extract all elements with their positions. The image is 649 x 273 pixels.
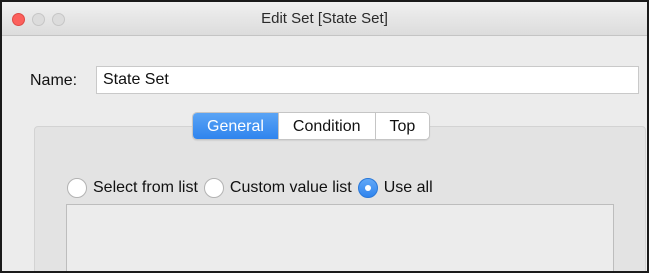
tab-bar: General Condition Top — [192, 112, 431, 140]
custom-value-list-label: Custom value list — [229, 179, 352, 196]
title-bar: Edit Set [State Set] — [2, 2, 647, 36]
name-input[interactable] — [96, 66, 639, 94]
select-from-list-option[interactable]: Select from list — [67, 178, 198, 198]
tab-condition[interactable]: Condition — [277, 113, 375, 139]
name-label: Name: — [30, 72, 78, 89]
select-from-list-label: Select from list — [93, 179, 198, 196]
values-list-box[interactable] — [66, 204, 614, 271]
window-title: Edit Set [State Set] — [261, 10, 388, 27]
tab-general[interactable]: General — [193, 113, 278, 139]
tab-top[interactable]: Top — [374, 113, 430, 139]
select-from-list-radio[interactable] — [67, 178, 87, 198]
use-all-option[interactable]: Use all — [357, 178, 433, 198]
use-all-radio[interactable] — [357, 178, 378, 198]
custom-value-list-option[interactable]: Custom value list — [203, 178, 352, 198]
selection-mode-radio-group: Select from list Custom value list Use a… — [67, 178, 439, 198]
edit-set-dialog: Edit Set [State Set] Name: General Condi… — [0, 0, 649, 273]
use-all-label: Use all — [383, 179, 433, 196]
custom-value-list-radio[interactable] — [203, 178, 224, 198]
